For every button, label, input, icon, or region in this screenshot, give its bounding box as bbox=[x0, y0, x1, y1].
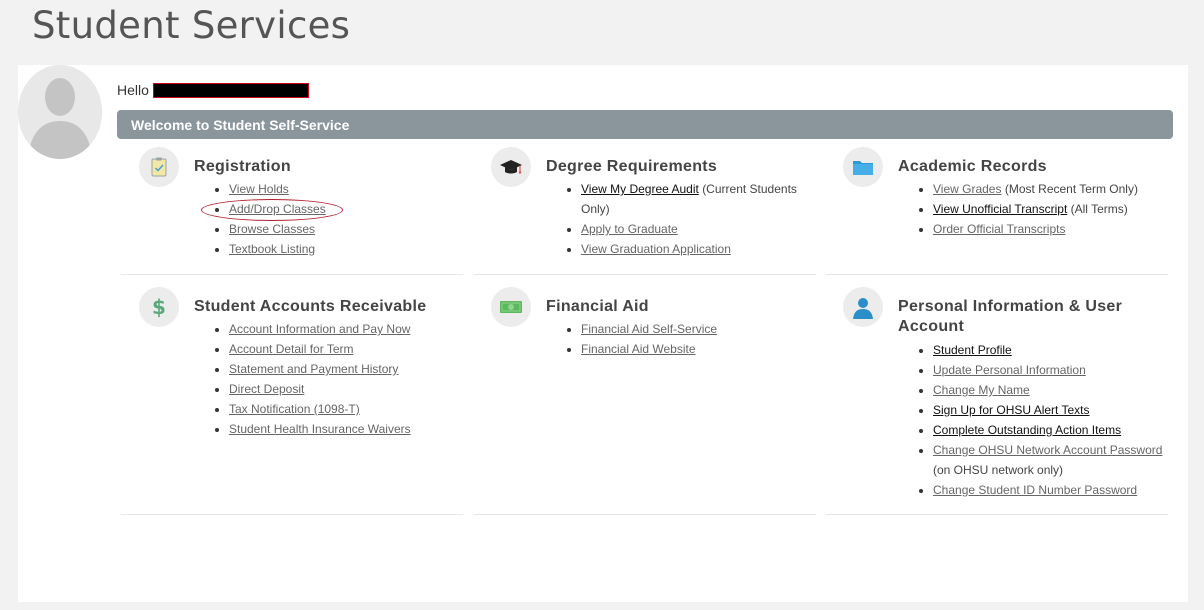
degree-links: View My Degree Audit (Current Students O… bbox=[565, 179, 811, 259]
list-item: Direct Deposit bbox=[229, 379, 411, 399]
list-item: Financial Aid Website bbox=[581, 339, 717, 359]
statement-history-link[interactable]: Statement and Payment History bbox=[229, 362, 398, 376]
user-icon bbox=[843, 287, 883, 327]
greeting: Hello bbox=[117, 82, 309, 98]
personal-title: Personal Information & User Account bbox=[898, 298, 1123, 335]
aid-links: Financial Aid Self-Service Financial Aid… bbox=[565, 319, 717, 359]
aid-title: Financial Aid bbox=[546, 298, 649, 315]
account-information-link[interactable]: Account Information and Pay Now bbox=[229, 322, 410, 336]
list-item: Financial Aid Self-Service bbox=[581, 319, 717, 339]
browse-classes-link[interactable]: Browse Classes bbox=[229, 222, 315, 236]
list-item: Add/Drop Classes bbox=[229, 199, 326, 219]
password-note: (on OHSU network only) bbox=[933, 463, 1064, 477]
financial-aid-self-service-link[interactable]: Financial Aid Self-Service bbox=[581, 322, 717, 336]
svg-text:$: $ bbox=[152, 295, 166, 319]
view-grades-link[interactable]: View Grades bbox=[933, 182, 1001, 196]
list-item: Account Information and Pay Now bbox=[229, 319, 411, 339]
view-degree-audit-link[interactable]: View My Degree Audit bbox=[581, 182, 699, 196]
list-item: Statement and Payment History bbox=[229, 359, 411, 379]
registration-links: View Holds Add/Drop Classes Browse Class… bbox=[213, 179, 326, 259]
redacted-name bbox=[152, 82, 309, 98]
view-unofficial-transcript-link[interactable]: View Unofficial Transcript bbox=[933, 202, 1067, 216]
student-profile-link[interactable]: Student Profile bbox=[933, 343, 1012, 357]
outstanding-action-items-link[interactable]: Complete Outstanding Action Items bbox=[933, 423, 1121, 437]
list-item: Browse Classes bbox=[229, 219, 326, 239]
grades-note: (Most Recent Term Only) bbox=[1004, 182, 1138, 196]
list-item: Update Personal Information bbox=[933, 360, 1183, 380]
list-item: View My Degree Audit (Current Students O… bbox=[581, 179, 811, 219]
main-panel: Hello Welcome to Student Self-Service Re… bbox=[18, 65, 1188, 602]
divider bbox=[121, 514, 463, 515]
graduation-cap-icon bbox=[491, 147, 531, 187]
list-item: Account Detail for Term bbox=[229, 339, 411, 359]
divider bbox=[474, 514, 816, 515]
list-item: Change Student ID Number Password bbox=[933, 480, 1183, 500]
list-item: Change My Name bbox=[933, 380, 1183, 400]
list-item: Apply to Graduate bbox=[581, 219, 811, 239]
ohsu-alert-texts-link[interactable]: Sign Up for OHSU Alert Texts bbox=[933, 403, 1090, 417]
list-item: Student Profile bbox=[933, 340, 1183, 360]
records-title: Academic Records bbox=[898, 158, 1047, 175]
welcome-bar: Welcome to Student Self-Service bbox=[117, 110, 1173, 139]
dollar-icon: $ bbox=[139, 287, 179, 327]
apply-to-graduate-link[interactable]: Apply to Graduate bbox=[581, 222, 678, 236]
money-icon bbox=[491, 287, 531, 327]
list-item: View Graduation Application bbox=[581, 239, 811, 259]
view-holds-link[interactable]: View Holds bbox=[229, 182, 289, 196]
divider bbox=[826, 274, 1168, 275]
account-detail-link[interactable]: Account Detail for Term bbox=[229, 342, 354, 356]
list-item: Complete Outstanding Action Items bbox=[933, 420, 1183, 440]
divider bbox=[121, 274, 463, 275]
tax-notification-link[interactable]: Tax Notification (1098-T) bbox=[229, 402, 360, 416]
view-graduation-application-link[interactable]: View Graduation Application bbox=[581, 242, 731, 256]
update-personal-information-link[interactable]: Update Personal Information bbox=[933, 363, 1086, 377]
direct-deposit-link[interactable]: Direct Deposit bbox=[229, 382, 304, 396]
list-item: Tax Notification (1098-T) bbox=[229, 399, 411, 419]
folder-icon bbox=[843, 147, 883, 187]
clipboard-icon bbox=[139, 147, 179, 187]
list-item: View Unofficial Transcript (All Terms) bbox=[933, 199, 1183, 219]
financial-aid-website-link[interactable]: Financial Aid Website bbox=[581, 342, 696, 356]
textbook-listing-link[interactable]: Textbook Listing bbox=[229, 242, 315, 256]
order-official-transcripts-link[interactable]: Order Official Transcripts bbox=[933, 222, 1065, 236]
accounts-links: Account Information and Pay Now Account … bbox=[213, 319, 411, 439]
list-item: Textbook Listing bbox=[229, 239, 326, 259]
change-my-name-link[interactable]: Change My Name bbox=[933, 383, 1030, 397]
degree-title: Degree Requirements bbox=[546, 158, 718, 175]
list-item: Student Health Insurance Waivers bbox=[229, 419, 411, 439]
add-drop-classes-link[interactable]: Add/Drop Classes bbox=[229, 202, 326, 216]
greeting-text: Hello bbox=[117, 82, 149, 98]
page-title: Student Services bbox=[32, 4, 351, 47]
divider bbox=[474, 274, 816, 275]
change-network-password-link[interactable]: Change OHSU Network Account Password bbox=[933, 443, 1162, 457]
records-links: View Grades (Most Recent Term Only) View… bbox=[917, 179, 1183, 239]
accounts-title: Student Accounts Receivable bbox=[194, 298, 427, 315]
transcript-note: (All Terms) bbox=[1070, 202, 1128, 216]
health-insurance-waivers-link[interactable]: Student Health Insurance Waivers bbox=[229, 422, 411, 436]
list-item: Sign Up for OHSU Alert Texts bbox=[933, 400, 1183, 420]
list-item: View Holds bbox=[229, 179, 326, 199]
list-item: View Grades (Most Recent Term Only) bbox=[933, 179, 1183, 199]
list-item: Change OHSU Network Account Password (on… bbox=[933, 440, 1183, 480]
personal-links: Student Profile Update Personal Informat… bbox=[917, 340, 1183, 500]
change-student-id-password-link[interactable]: Change Student ID Number Password bbox=[933, 483, 1137, 497]
divider bbox=[826, 514, 1168, 515]
list-item: Order Official Transcripts bbox=[933, 219, 1183, 239]
avatar bbox=[18, 65, 102, 159]
registration-title: Registration bbox=[194, 158, 291, 175]
